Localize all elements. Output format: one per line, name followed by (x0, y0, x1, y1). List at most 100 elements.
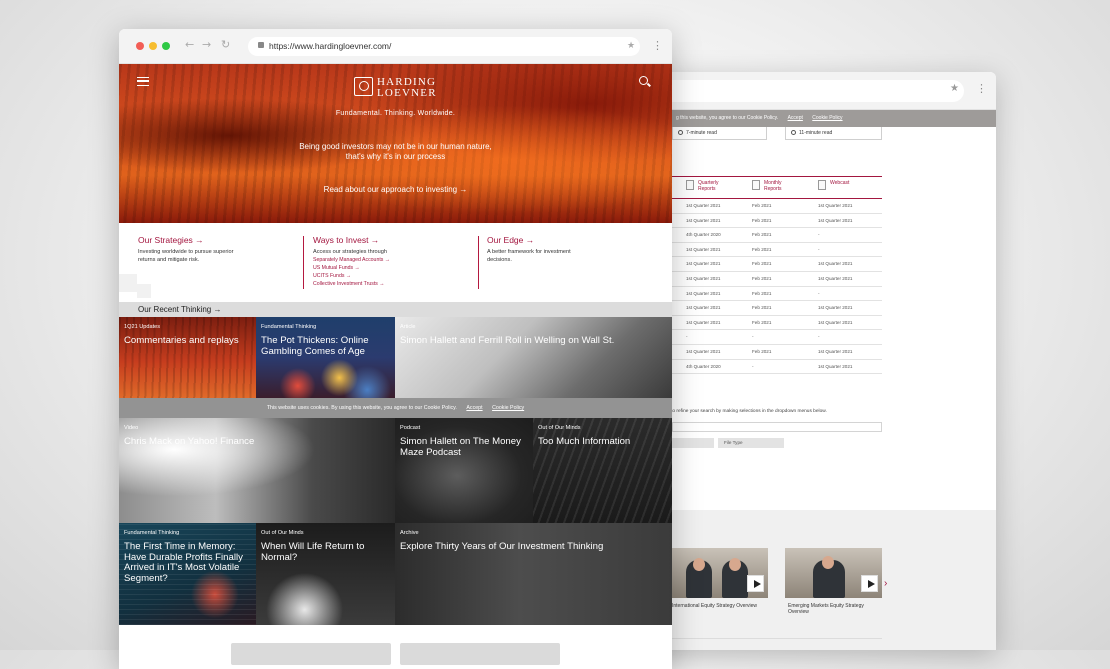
quarterly-report-link[interactable]: 4th Quarter 2020 (686, 228, 721, 242)
article-tile[interactable]: Fundamental Thinking The Pot Thickens: O… (256, 317, 395, 398)
browser-menu-icon[interactable]: ⋮ (976, 82, 987, 95)
read-time-card[interactable]: 7-minute read (672, 127, 767, 140)
quarterly-report-link[interactable]: 1st Quarter 2021 (686, 287, 720, 301)
logo-text-line2[interactable]: LOEVNER (377, 87, 437, 99)
monthly-report-link[interactable]: Feb 2021 (752, 301, 771, 315)
article-tile[interactable]: 1Q21 Updates Commentaries and replays (119, 317, 256, 398)
monthly-report-link[interactable]: Feb 2021 (752, 214, 771, 228)
footer-button[interactable] (231, 643, 391, 665)
webcast-link[interactable]: 1st Quarter 2021 (818, 301, 852, 315)
filter-dropdown[interactable] (672, 438, 714, 448)
quarterly-report-link[interactable]: 1st Quarter 2021 (686, 301, 720, 315)
separately-managed-accounts-link[interactable]: Separately Managed Accounts → (313, 256, 390, 264)
logo-icon[interactable] (354, 77, 373, 96)
monthly-report-link[interactable]: Feb 2021 (752, 199, 771, 213)
quarterly-report-link[interactable]: 1st Quarter 2021 (686, 199, 720, 213)
article-tile[interactable]: Out of Our Minds When Will Life Return t… (256, 523, 395, 625)
cookie-accept-link[interactable]: Accept (466, 405, 482, 411)
webcast-link[interactable]: 1st Quarter 2021 (818, 360, 852, 374)
quarterly-report-link[interactable]: 1st Quarter 2021 (686, 316, 720, 330)
minimize-window-icon[interactable] (149, 42, 157, 50)
quarterly-report-link[interactable]: - (686, 330, 688, 344)
close-window-icon[interactable] (136, 42, 144, 50)
our-edge-link[interactable]: Our Edge → (487, 235, 534, 245)
monthly-report-link[interactable]: - (752, 360, 754, 374)
webcast-link[interactable]: 1st Quarter 2021 (818, 214, 852, 228)
monthly-report-link[interactable]: Feb 2021 (752, 316, 771, 330)
tile-title-line: Simon Hallett on The Money (400, 436, 521, 447)
maximize-window-icon[interactable] (162, 42, 170, 50)
monthly-report-link[interactable]: - (752, 330, 754, 344)
ways-to-invest-link[interactable]: Ways to Invest → (313, 235, 379, 245)
cookie-policy-link[interactable]: Cookie Policy (812, 115, 842, 121)
article-tile[interactable]: Fundamental Thinking The First Time in M… (119, 523, 256, 625)
us-mutual-funds-link[interactable]: US Mutual Funds → (313, 264, 360, 272)
webcast-link[interactable]: - (818, 243, 820, 257)
webcast-link[interactable]: - (818, 228, 820, 242)
reload-icon[interactable]: ↻ (221, 38, 230, 51)
read-time: 11-minute read (799, 130, 833, 136)
recent-thinking-link[interactable]: Our Recent Thinking → (138, 305, 221, 314)
back-arrow-icon[interactable]: ← (185, 38, 194, 51)
search-icon[interactable] (639, 76, 648, 85)
webcast-link[interactable]: 1st Quarter 2021 (818, 316, 852, 330)
search-field[interactable] (672, 422, 882, 432)
carousel-next-icon[interactable]: › (884, 578, 887, 589)
video-thumbnail[interactable] (785, 548, 882, 598)
monthly-report-link[interactable]: Feb 2021 (752, 243, 771, 257)
webcast-link[interactable]: 1st Quarter 2021 (818, 199, 852, 213)
quarterly-report-link[interactable]: 1st Quarter 2021 (686, 214, 720, 228)
read-time: 7-minute read (686, 130, 717, 136)
collective-investment-trusts-link[interactable]: Collective Investment Trusts → (313, 280, 385, 288)
bookmark-star-icon[interactable]: ★ (950, 83, 959, 94)
quarterly-report-link[interactable]: 1st Quarter 2021 (686, 257, 720, 271)
webcast-link[interactable]: 1st Quarter 2021 (818, 272, 852, 286)
browser-menu-icon[interactable]: ⋮ (652, 39, 663, 52)
quarterly-report-link[interactable]: 1st Quarter 2021 (686, 272, 720, 286)
article-tile[interactable]: Out of Our Minds Too Much Information (533, 418, 672, 523)
video-thumbnail[interactable] (672, 548, 768, 598)
webcast-link[interactable]: - (818, 330, 820, 344)
article-tile[interactable]: Video Chris Mack on Yahoo! Finance (119, 418, 395, 523)
monthly-report-link[interactable]: Feb 2021 (752, 287, 771, 301)
tile-title: Explore Thirty Years of Our Investment T… (400, 541, 603, 553)
cookie-policy-link[interactable]: Cookie Policy (492, 405, 524, 411)
clock-icon (791, 130, 796, 135)
play-icon[interactable] (747, 575, 764, 592)
decorative-square (137, 284, 151, 298)
file-type-dropdown[interactable]: File Type (718, 438, 784, 448)
hero-headline-line1: Being good investors may not be in our h… (299, 142, 492, 151)
article-tile[interactable]: Podcast Simon Hallett on The Money Maze P… (395, 418, 533, 523)
monthly-report-link[interactable]: Feb 2021 (752, 272, 771, 286)
video-caption[interactable]: Emerging Markets Equity Strategy Overvie… (788, 603, 878, 615)
webcast-link[interactable]: 1st Quarter 2021 (818, 257, 852, 271)
forward-arrow-icon[interactable]: → (202, 38, 211, 51)
video-caption[interactable]: International Equity Strategy Overview (672, 603, 772, 609)
our-strategies-link[interactable]: Our Strategies → (138, 235, 204, 245)
webcast-link[interactable]: 1st Quarter 2021 (818, 345, 852, 359)
quarterly-report-link[interactable]: 1st Quarter 2021 (686, 345, 720, 359)
hero-cta-link[interactable]: Read about our approach to investing → (119, 185, 672, 194)
monthly-report-link[interactable]: Feb 2021 (752, 345, 771, 359)
monthly-report-link[interactable]: Feb 2021 (752, 228, 771, 242)
tile-title-line: Normal? (261, 551, 298, 563)
webcast-link[interactable]: - (818, 287, 820, 301)
quarterly-report-link[interactable]: 4th Quarter 2020 (686, 360, 721, 374)
quarterly-report-link[interactable]: 1st Quarter 2021 (686, 243, 720, 257)
address-bar[interactable] (624, 80, 964, 102)
ucits-funds-link[interactable]: UCITS Funds → (313, 272, 351, 280)
divider (672, 638, 882, 639)
article-tile[interactable]: Article Simon Hallett and Ferrill Roll i… (395, 317, 672, 398)
monthly-report-link[interactable]: Feb 2021 (752, 257, 771, 271)
hamburger-menu-icon[interactable] (137, 77, 149, 86)
table-row: 1st Quarter 2021 Feb 2021 1st Quarter 2021 (672, 214, 882, 229)
column-header-monthly: Monthly Reports (764, 180, 782, 192)
url-text[interactable]: https://www.hardingloevner.com/ (269, 41, 391, 51)
footer-button[interactable] (400, 643, 560, 665)
bookmark-star-icon[interactable]: ★ (627, 40, 635, 51)
play-icon[interactable] (861, 575, 878, 592)
cookie-accept-link[interactable]: Accept (788, 115, 803, 121)
read-time-card[interactable]: 11-minute read (785, 127, 882, 140)
cookie-text: This website uses cookies. By using this… (266, 405, 457, 411)
article-tile[interactable]: Archive Explore Thirty Years of Our Inve… (395, 523, 672, 625)
